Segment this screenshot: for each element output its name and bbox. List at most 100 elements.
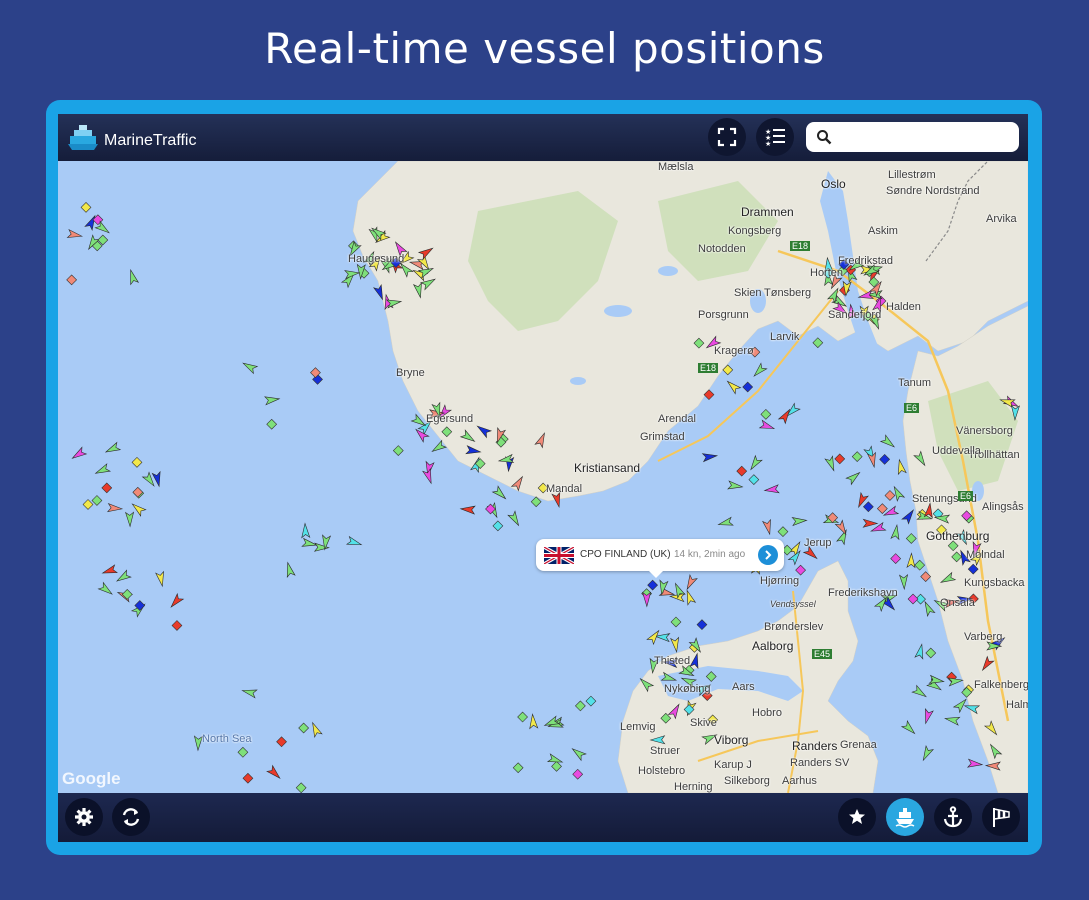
fullscreen-button[interactable] (708, 118, 746, 156)
vessel-moving-marker[interactable] (922, 708, 934, 725)
vessel-moving-marker[interactable] (845, 469, 862, 486)
vessel-moving-marker[interactable] (507, 510, 522, 527)
vessel-anchored-marker[interactable] (80, 201, 92, 213)
vessel-moving-marker[interactable] (101, 564, 118, 577)
vessel-moving-marker[interactable] (459, 505, 476, 515)
vessel-moving-marker[interactable] (570, 746, 587, 762)
vessel-moving-marker[interactable] (66, 228, 84, 241)
vessel-anchored-marker[interactable] (670, 616, 682, 628)
vessel-anchored-marker[interactable] (237, 746, 249, 758)
vessel-moving-marker[interactable] (106, 503, 124, 513)
vessel-moving-marker[interactable] (758, 419, 776, 432)
filter-list-button[interactable]: ★ ★ ★ (756, 118, 794, 156)
vessel-moving-marker[interactable] (911, 684, 928, 699)
vessel-moving-marker[interactable] (529, 713, 539, 730)
vessel-anchored-marker[interactable] (851, 451, 863, 462)
vessel-anchored-marker[interactable] (131, 456, 143, 468)
search-input[interactable] (840, 126, 1010, 148)
vessel-moving-marker[interactable] (751, 362, 768, 379)
vessel-anchored-marker[interactable] (91, 495, 103, 506)
vessel-anchored-marker[interactable] (492, 520, 504, 532)
vessel-moving-marker[interactable] (899, 574, 909, 591)
vessel-moving-marker[interactable] (422, 467, 435, 485)
vessel-moving-marker[interactable] (890, 523, 901, 541)
vessel-moving-marker[interactable] (491, 485, 509, 501)
vessel-moving-marker[interactable] (264, 395, 281, 406)
vessel-moving-marker[interactable] (94, 463, 112, 477)
vessel-anchored-marker[interactable] (876, 503, 888, 515)
vessel-moving-marker[interactable] (862, 518, 879, 528)
vessel-anchored-marker[interactable] (890, 553, 902, 564)
vessel-moving-marker[interactable] (901, 508, 917, 525)
refresh-button[interactable] (112, 798, 150, 836)
vessel-anchored-marker[interactable] (266, 418, 278, 430)
vessel-anchored-marker[interactable] (914, 559, 926, 571)
vessel-moving-marker[interactable] (900, 720, 918, 736)
vessel-moving-marker[interactable] (670, 636, 681, 653)
vessel-anchored-marker[interactable] (171, 620, 183, 631)
vessel-moving-marker[interactable] (748, 454, 763, 472)
vessel-moving-marker[interactable] (125, 511, 135, 528)
vessel-anchored-marker[interactable] (884, 490, 896, 501)
vessel-moving-marker[interactable] (952, 697, 969, 714)
vessel-anchored-marker[interactable] (736, 465, 748, 477)
settings-button[interactable] (65, 798, 103, 836)
vessel-moving-marker[interactable] (301, 522, 311, 539)
vessel-anchored-marker[interactable] (748, 474, 760, 486)
vessel-anchored-marker[interactable] (795, 564, 806, 576)
vessel-anchored-marker[interactable] (647, 579, 658, 591)
vessel-anchored-marker[interactable] (760, 408, 772, 420)
vessel-anchored-marker[interactable] (121, 589, 133, 600)
vessel-moving-marker[interactable] (70, 446, 88, 461)
vessel-anchored-marker[interactable] (298, 722, 310, 734)
vessel-anchored-marker[interactable] (905, 533, 917, 544)
vessel-anchored-marker[interactable] (879, 453, 891, 465)
favorites-button[interactable] (838, 798, 876, 836)
vessel-anchored-marker[interactable] (572, 768, 584, 780)
ports-button[interactable] (934, 798, 972, 836)
vessel-moving-marker[interactable] (345, 535, 363, 549)
vessel-anchored-marker[interactable] (101, 482, 113, 494)
vessel-moving-marker[interactable] (241, 687, 258, 699)
weather-button[interactable] (982, 798, 1020, 836)
vessel-moving-marker[interactable] (725, 378, 742, 395)
vessel-moving-marker[interactable] (727, 480, 744, 491)
vessel-anchored-marker[interactable] (276, 736, 287, 748)
vessel-anchored-marker[interactable] (392, 445, 404, 456)
vessel-details-button[interactable] (758, 545, 778, 565)
vessel-popup[interactable]: CPO FINLAND (UK) 14 kn, 2min ago (536, 539, 784, 578)
vessel-moving-marker[interactable] (683, 589, 697, 606)
vessel-moving-marker[interactable] (684, 574, 698, 591)
vessel-anchored-marker[interactable] (696, 619, 708, 631)
vessel-moving-marker[interactable] (284, 561, 296, 578)
vessel-moving-marker[interactable] (920, 745, 934, 762)
vessel-moving-marker[interactable] (762, 518, 774, 536)
vessel-moving-marker[interactable] (906, 552, 916, 569)
vessel-moving-marker[interactable] (97, 581, 114, 598)
vessel-anchored-marker[interactable] (585, 695, 597, 707)
vessel-anchored-marker[interactable] (925, 647, 937, 659)
vessel-anchored-marker[interactable] (242, 772, 254, 784)
vessel-moving-marker[interactable] (241, 360, 259, 375)
vessel-anchored-marker[interactable] (66, 274, 78, 286)
search-box[interactable] (806, 122, 1019, 152)
vessel-moving-marker[interactable] (127, 268, 140, 286)
vessel-moving-marker[interactable] (921, 600, 936, 617)
vessel-anchored-marker[interactable] (517, 711, 528, 723)
vessel-moving-marker[interactable] (701, 452, 719, 463)
vessel-anchored-marker[interactable] (834, 453, 846, 465)
vessel-moving-marker[interactable] (914, 643, 926, 660)
vessel-anchored-marker[interactable] (512, 762, 524, 774)
vessel-moving-marker[interactable] (891, 485, 906, 502)
vessel-anchored-marker[interactable] (82, 499, 94, 510)
vessel-moving-marker[interactable] (168, 592, 185, 610)
vessel-moving-marker[interactable] (966, 758, 984, 768)
vessel-moving-marker[interactable] (309, 721, 323, 739)
vessel-anchored-marker[interactable] (777, 526, 789, 538)
vessel-moving-marker[interactable] (791, 516, 808, 527)
vessel-anchored-marker[interactable] (863, 501, 874, 513)
vessel-moving-marker[interactable] (104, 441, 122, 455)
map-view[interactable]: Mælsla Lillestrøm Oslo Søndre Nordstrand… (58, 161, 1028, 793)
vessel-moving-marker[interactable] (895, 458, 907, 476)
vessel-moving-marker[interactable] (266, 764, 283, 781)
